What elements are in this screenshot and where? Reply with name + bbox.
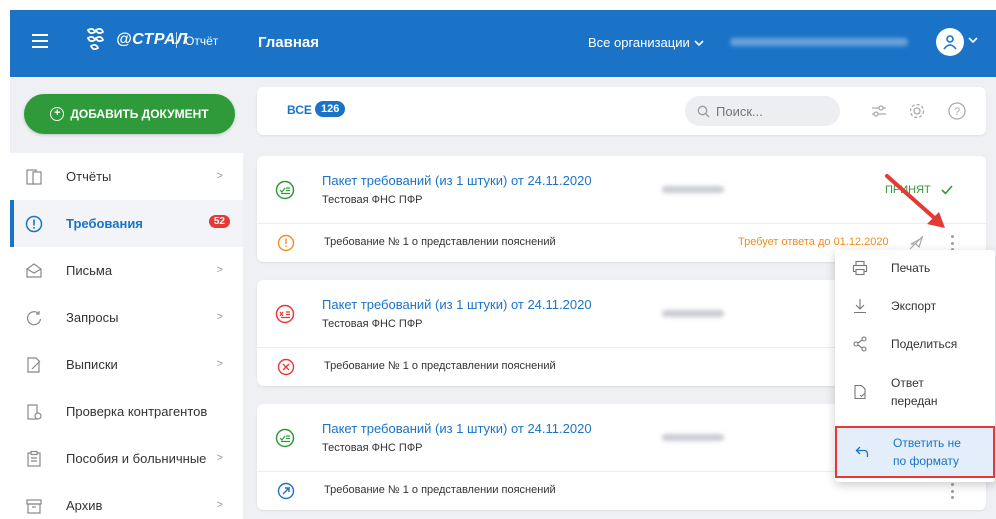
add-document-label: ДОБАВИТЬ ДОКУМЕНТ	[70, 107, 209, 121]
sidebar-item-archive[interactable]: Архив >	[10, 482, 243, 519]
package-title-link[interactable]: Пакет требований (из 1 штуки) от 24.11.2…	[322, 297, 592, 312]
sidebar-item-benefits[interactable]: Пособия и больничные >	[10, 435, 243, 482]
menu-item-reply-nonformat[interactable]: Ответить не по формату	[835, 426, 995, 478]
chevron-right-icon: >	[216, 311, 223, 323]
checklist-green-icon	[275, 428, 295, 448]
package-recipient: Тестовая ФНС ПФР	[322, 318, 423, 330]
tab-all[interactable]: ВСЕ	[287, 103, 312, 117]
menu-item-export[interactable]: Экспорт	[835, 288, 995, 324]
chevron-right-icon: >	[216, 264, 223, 276]
checklist-red-icon	[275, 304, 295, 324]
menu-item-label: Поделиться	[891, 337, 958, 351]
chevron-down-icon[interactable]	[968, 37, 978, 43]
astral-logo-icon	[86, 27, 105, 51]
menu-item-label: Ответить не по формату	[893, 434, 961, 470]
download-icon	[854, 299, 866, 314]
package-id-blurred	[662, 434, 724, 441]
menu-item-share[interactable]: Поделиться	[835, 326, 995, 362]
sidebar-item-label: Проверка контрагентов	[66, 404, 208, 419]
envelope-icon	[24, 261, 44, 281]
sidebar-item-letters[interactable]: Письма >	[10, 247, 243, 294]
chevron-down-icon	[694, 39, 704, 46]
menu-item-answer-sent[interactable]: Ответ передан	[835, 368, 995, 416]
checklist-green-icon	[275, 180, 295, 200]
reports-icon	[24, 167, 44, 187]
package-title-link[interactable]: Пакет требований (из 1 штуки) от 24.11.2…	[322, 173, 592, 188]
clipboard-icon	[24, 449, 44, 469]
more-options-kebab-icon[interactable]	[947, 481, 957, 501]
page-title: Главная	[258, 34, 320, 51]
alert-circle-orange-icon	[277, 234, 295, 252]
menu-burger-icon[interactable]	[32, 34, 48, 48]
document-edit-icon	[24, 355, 44, 375]
reply-arrow-icon	[855, 446, 869, 457]
menu-item-label-line1: Ответить не	[893, 436, 961, 450]
alert-circle-icon	[24, 214, 44, 234]
document-check-icon	[854, 384, 866, 400]
arrow-up-right-circle-icon	[277, 482, 295, 500]
sidebar-item-statements[interactable]: Выписки >	[10, 341, 243, 388]
menu-item-print[interactable]: Печать	[835, 250, 995, 286]
chevron-right-icon: >	[216, 358, 223, 370]
requirement-text: Требование № 1 о представлении пояснений	[324, 484, 556, 496]
card-context-menu: Печать Экспорт Поделиться Ответ передан …	[835, 250, 995, 482]
error-x-circle-icon	[277, 358, 295, 376]
menu-item-label-line1: Ответ	[891, 376, 924, 390]
sidebar-item-counterparty-check[interactable]: Проверка контрагентов	[10, 388, 243, 435]
chevron-right-icon: >	[216, 452, 223, 464]
menu-item-label: Ответ передан	[891, 374, 938, 410]
share-icon	[853, 336, 867, 352]
sidebar-item-requirements[interactable]: Требования 52	[10, 200, 243, 247]
refresh-icon	[24, 308, 44, 328]
chevron-right-icon: >	[216, 499, 223, 511]
svg-text:?: ?	[954, 106, 960, 118]
add-document-button[interactable]: + ДОБАВИТЬ ДОКУМЕНТ	[24, 94, 235, 134]
sidebar-menu: Отчёты > Требования 52 Письма > Запросы …	[10, 153, 243, 519]
user-avatar[interactable]	[936, 28, 964, 56]
due-date-warning: Требует ответа до 01.12.2020	[738, 236, 889, 248]
search-box[interactable]	[685, 96, 840, 126]
top-header: @СТРАЛ Отчёт Главная Все организации	[10, 10, 996, 77]
annotation-arrow-icon	[885, 174, 945, 228]
user-icon	[943, 35, 957, 50]
logo-divider	[176, 32, 177, 48]
chevron-right-icon: >	[216, 170, 223, 182]
sidebar-item-requests[interactable]: Запросы >	[10, 294, 243, 341]
archive-box-icon	[24, 496, 44, 516]
organization-select[interactable]: Все организации	[588, 35, 704, 50]
building-search-icon	[24, 402, 44, 422]
requirement-text: Требование № 1 о представлении пояснений	[324, 360, 556, 372]
organization-select-label: Все организации	[588, 35, 690, 50]
logo-product-name: Отчёт	[185, 34, 219, 48]
package-id-blurred	[662, 186, 724, 193]
tab-all-count-badge: 126	[315, 101, 346, 117]
filter-toolbar: ВСЕ 126 ?	[257, 87, 986, 135]
sidebar: + ДОБАВИТЬ ДОКУМЕНТ Отчёты > Требования …	[10, 77, 243, 519]
package-recipient: Тестовая ФНС ПФР	[322, 194, 423, 206]
filter-sliders-icon[interactable]	[869, 101, 889, 121]
menu-item-label: Печать	[891, 261, 931, 275]
plus-icon: +	[50, 107, 65, 121]
search-icon	[697, 105, 710, 117]
menu-item-label-line2: по формату	[893, 454, 960, 468]
user-email-blurred	[730, 38, 908, 46]
menu-item-label: Экспорт	[891, 299, 937, 313]
search-input[interactable]	[716, 103, 826, 119]
menu-item-label-line2: передан	[891, 394, 938, 408]
package-recipient: Тестовая ФНС ПФР	[322, 442, 423, 454]
gear-icon[interactable]	[907, 101, 927, 121]
unread-count-badge: 52	[208, 215, 230, 228]
help-icon[interactable]: ?	[947, 101, 967, 121]
package-id-blurred	[662, 310, 724, 317]
sidebar-item-reports[interactable]: Отчёты >	[10, 153, 243, 200]
package-title-link[interactable]: Пакет требований (из 1 штуки) от 24.11.2…	[322, 421, 592, 436]
printer-icon	[852, 260, 868, 276]
requirement-text: Требование № 1 о представлении пояснений	[324, 236, 556, 248]
